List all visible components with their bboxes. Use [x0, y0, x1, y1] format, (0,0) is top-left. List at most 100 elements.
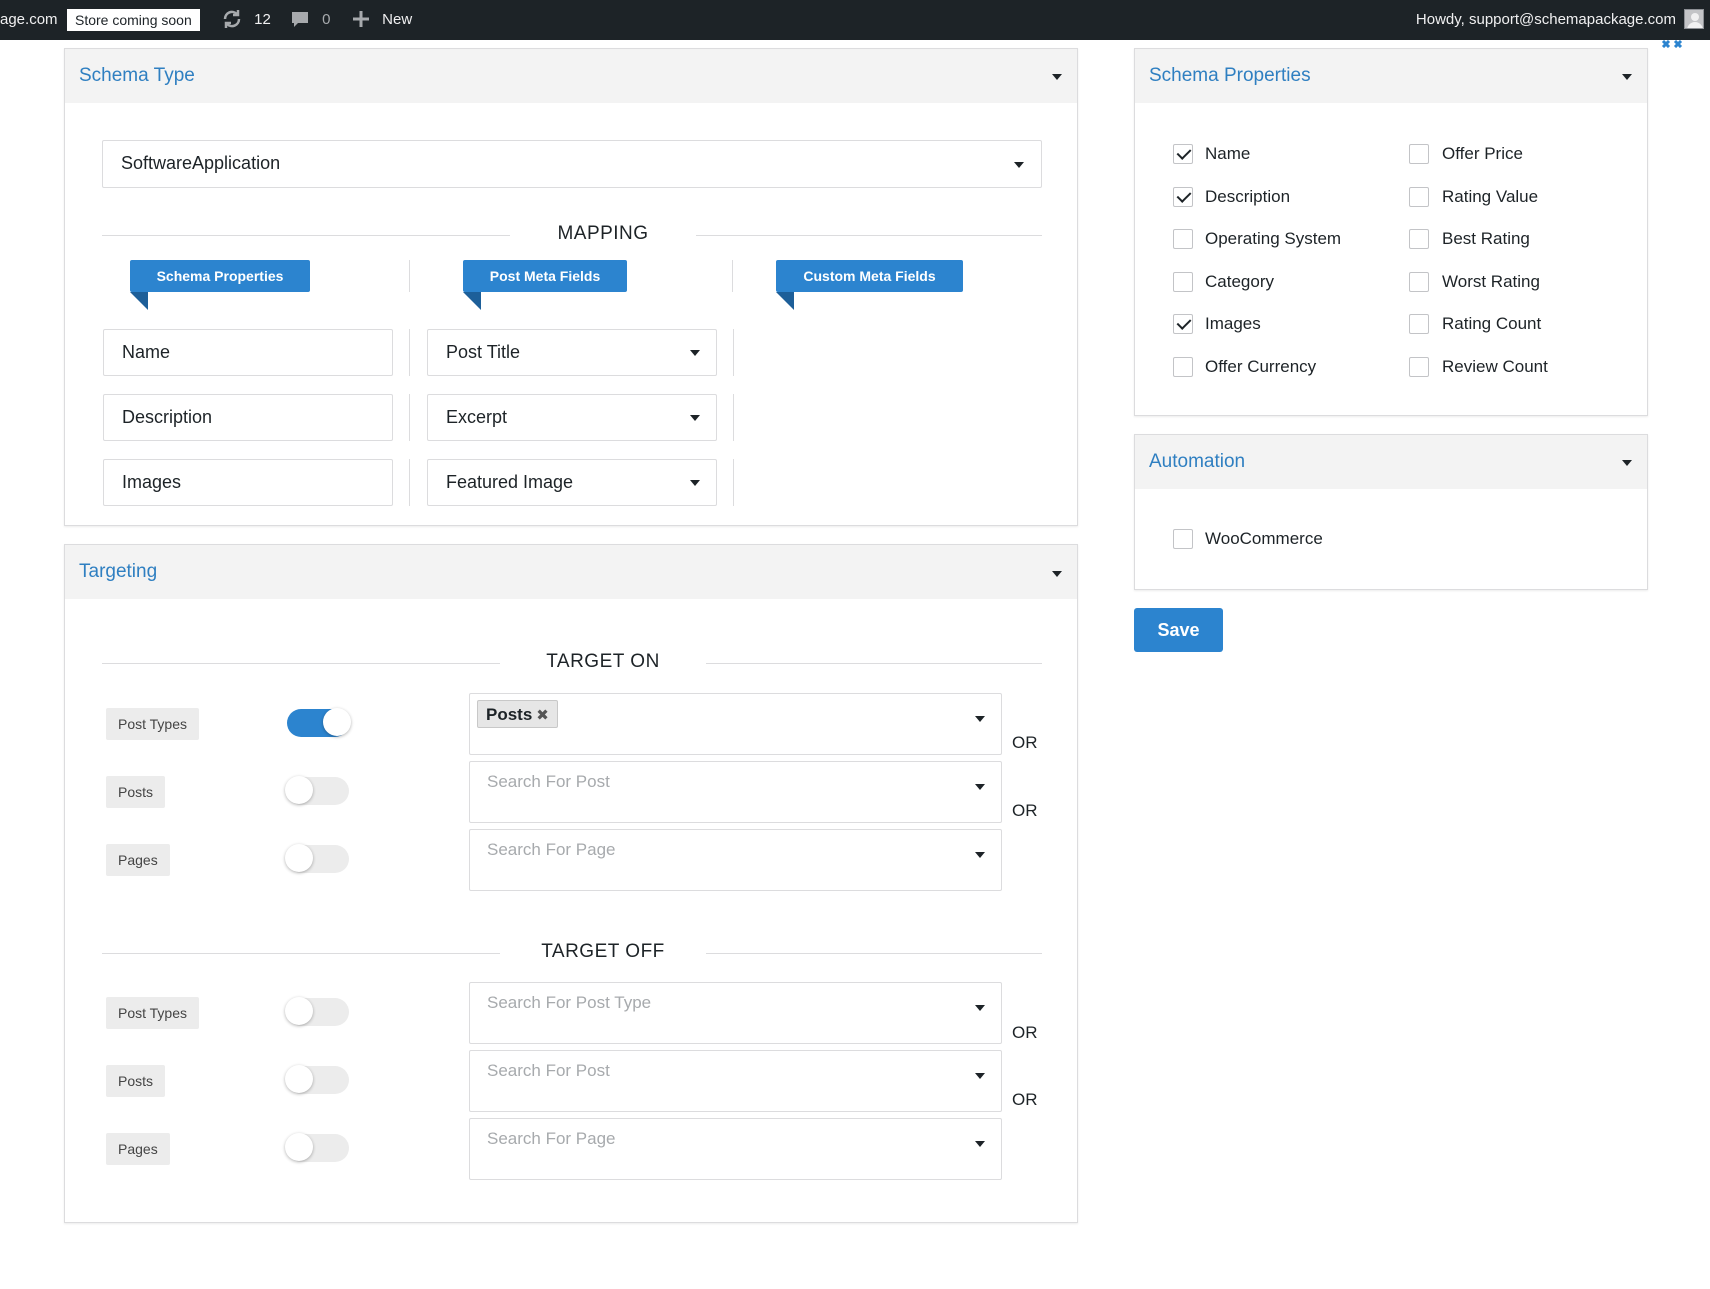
- panel-title: Schema Properties: [1149, 65, 1311, 86]
- save-button[interactable]: Save: [1134, 608, 1223, 652]
- refresh-icon: [223, 9, 241, 28]
- collapse-caret-icon[interactable]: [1052, 571, 1062, 577]
- toggle-knob: [285, 776, 313, 804]
- target-off-post-types-select[interactable]: Search For Post Type: [469, 982, 1002, 1044]
- checkbox-category[interactable]: [1173, 272, 1193, 292]
- checkbox-label: Category: [1205, 272, 1274, 291]
- close-icon[interactable]: [1660, 40, 1684, 48]
- post-meta-fields-ribbon: Post Meta Fields: [463, 260, 627, 292]
- target-off-posts-select[interactable]: Search For Post: [469, 1050, 1002, 1112]
- panel-title: Automation: [1149, 451, 1246, 472]
- checkbox-woocommerce[interactable]: [1173, 529, 1193, 549]
- automation-panel: Automation WooCommerce: [1134, 434, 1648, 590]
- meta-select-value: Post Title: [446, 342, 521, 362]
- targeting-panel: Targeting TARGET ON Post Types Posts ✖ OR…: [64, 544, 1078, 1223]
- checkbox-label: Worst Rating: [1442, 272, 1540, 291]
- schema-properties-header[interactable]: Schema Properties: [1135, 49, 1647, 103]
- targeting-header[interactable]: Targeting: [65, 545, 1077, 599]
- schema-type-select[interactable]: SoftwareApplication: [102, 140, 1042, 188]
- placeholder: Search For Post Type: [487, 993, 652, 1012]
- checkbox-rating-count[interactable]: [1409, 314, 1429, 334]
- meta-select-name[interactable]: Post Title: [427, 329, 717, 376]
- ribbon-fold: [463, 292, 481, 310]
- comments-link[interactable]: 0: [290, 0, 331, 40]
- selected-tag: Posts ✖: [477, 700, 558, 728]
- site-name-link[interactable]: age.com: [0, 0, 58, 40]
- or-label: OR: [1012, 1090, 1038, 1109]
- meta-select-images[interactable]: Featured Image: [427, 459, 717, 506]
- target-on-pages-toggle[interactable]: [285, 844, 349, 873]
- collapse-caret-icon[interactable]: [1622, 74, 1632, 80]
- chevron-down-icon: [690, 350, 700, 356]
- updates-link[interactable]: 12: [221, 0, 271, 40]
- store-status-badge[interactable]: Store coming soon: [67, 9, 200, 31]
- divider: [102, 663, 500, 664]
- property-name-field[interactable]: Name: [103, 329, 393, 376]
- chevron-down-icon: [690, 480, 700, 486]
- target-on-posts-select[interactable]: Search For Post: [469, 761, 1002, 823]
- target-on-post-types-select[interactable]: Posts ✖: [469, 693, 1002, 755]
- checkbox-description[interactable]: [1173, 187, 1193, 207]
- divider: [733, 459, 734, 506]
- target-off-pages-toggle[interactable]: [285, 1133, 349, 1162]
- or-label: OR: [1012, 1023, 1038, 1042]
- target-off-posts-toggle[interactable]: [285, 1065, 349, 1094]
- checkbox-worst-rating[interactable]: [1409, 272, 1429, 292]
- toggle-knob: [285, 844, 313, 872]
- target-off-pages-select[interactable]: Search For Page: [469, 1118, 1002, 1180]
- checkbox-best-rating[interactable]: [1409, 229, 1429, 249]
- custom-meta-fields-ribbon: Custom Meta Fields: [776, 260, 963, 292]
- checkbox-label: Description: [1205, 187, 1291, 206]
- posts-pill: Posts: [106, 776, 166, 808]
- checkbox-images[interactable]: [1173, 314, 1193, 334]
- placeholder: Search For Post: [487, 772, 610, 791]
- post-types-pill: Post Types: [106, 997, 200, 1029]
- checkbox-label: WooCommerce: [1205, 529, 1323, 548]
- meta-select-description[interactable]: Excerpt: [427, 394, 717, 441]
- collapse-caret-icon[interactable]: [1622, 460, 1632, 466]
- new-content-link[interactable]: New: [352, 0, 412, 40]
- target-on-posts-toggle[interactable]: [285, 776, 349, 805]
- checkbox-name[interactable]: [1173, 144, 1193, 164]
- target-off-label: TARGET OFF: [541, 941, 665, 962]
- checkbox-rating-value[interactable]: [1409, 187, 1429, 207]
- chevron-down-icon: [975, 784, 985, 790]
- tag-label: Posts: [486, 705, 533, 724]
- schema-type-header[interactable]: Schema Type: [65, 49, 1077, 103]
- target-on-pages-select[interactable]: Search For Page: [469, 829, 1002, 891]
- checkbox-review-count[interactable]: [1409, 357, 1429, 377]
- post-types-pill: Post Types: [106, 708, 200, 740]
- property-description-field[interactable]: Description: [103, 394, 393, 441]
- automation-header[interactable]: Automation: [1135, 435, 1647, 489]
- schema-type-value: SoftwareApplication: [121, 153, 281, 173]
- property-images-field[interactable]: Images: [103, 459, 393, 506]
- collapse-caret-icon[interactable]: [1052, 74, 1062, 80]
- placeholder: Search For Post: [487, 1061, 610, 1080]
- checkbox-label: Images: [1205, 314, 1261, 333]
- pages-pill: Pages: [106, 844, 170, 876]
- checkbox-label: Offer Currency: [1205, 357, 1317, 376]
- chevron-down-icon: [690, 415, 700, 421]
- or-label: OR: [1012, 733, 1038, 752]
- remove-tag-icon[interactable]: ✖: [536, 707, 549, 724]
- target-off-post-types-toggle[interactable]: [285, 997, 349, 1026]
- account-link[interactable]: Howdy, support@schemapackage.com: [1416, 0, 1676, 40]
- checkbox-offer-price[interactable]: [1409, 144, 1429, 164]
- or-label: OR: [1012, 801, 1038, 820]
- mapping-label: MAPPING: [557, 223, 649, 244]
- divider: [732, 260, 733, 292]
- divider: [409, 459, 410, 506]
- checkbox-label: Best Rating: [1442, 229, 1530, 248]
- meta-select-value: Excerpt: [446, 407, 508, 427]
- divider: [733, 394, 734, 441]
- ribbon-fold: [130, 292, 148, 310]
- checkbox-label: Operating System: [1205, 229, 1342, 248]
- divider: [409, 394, 410, 441]
- panel-title: Schema Type: [79, 65, 195, 86]
- divider: [102, 953, 500, 954]
- avatar[interactable]: [1684, 9, 1704, 29]
- checkbox-offer-currency[interactable]: [1173, 357, 1193, 377]
- panel-title: Targeting: [79, 561, 158, 582]
- target-on-post-types-toggle[interactable]: [287, 708, 351, 737]
- checkbox-operating-system[interactable]: [1173, 229, 1193, 249]
